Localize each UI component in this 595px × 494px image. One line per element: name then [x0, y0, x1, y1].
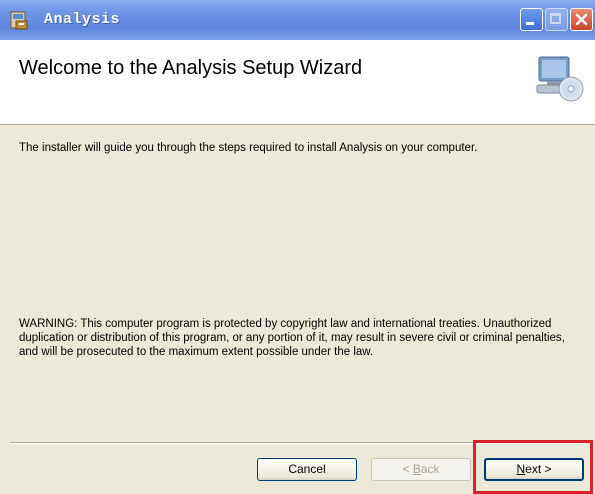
computer-cd-icon	[536, 56, 584, 102]
intro-text: The installer will guide you through the…	[19, 142, 478, 154]
installer-icon	[10, 11, 28, 30]
copyright-warning: WARNING: This computer program is protec…	[19, 318, 565, 358]
close-icon	[575, 13, 588, 26]
page-title: Welcome to the Analysis Setup Wizard	[19, 57, 363, 79]
minimize-button[interactable]	[520, 8, 543, 31]
window-title: Analysis	[44, 11, 121, 28]
cancel-button[interactable]: Cancel	[257, 458, 357, 481]
close-button[interactable]	[570, 8, 593, 31]
back-mnemonic: B	[412, 462, 421, 476]
header-banner: Welcome to the Analysis Setup Wizard	[0, 40, 595, 125]
maximize-button[interactable]	[545, 8, 568, 31]
back-button[interactable]: < Back	[371, 458, 471, 481]
next-button-highlight	[473, 440, 593, 494]
title-bar[interactable]: Analysis	[0, 0, 595, 40]
back-label: ack	[420, 462, 440, 476]
back-prefix: <	[402, 462, 413, 476]
setup-wizard-window: Analysis Welcome to the Analysis Setup W…	[0, 0, 595, 494]
